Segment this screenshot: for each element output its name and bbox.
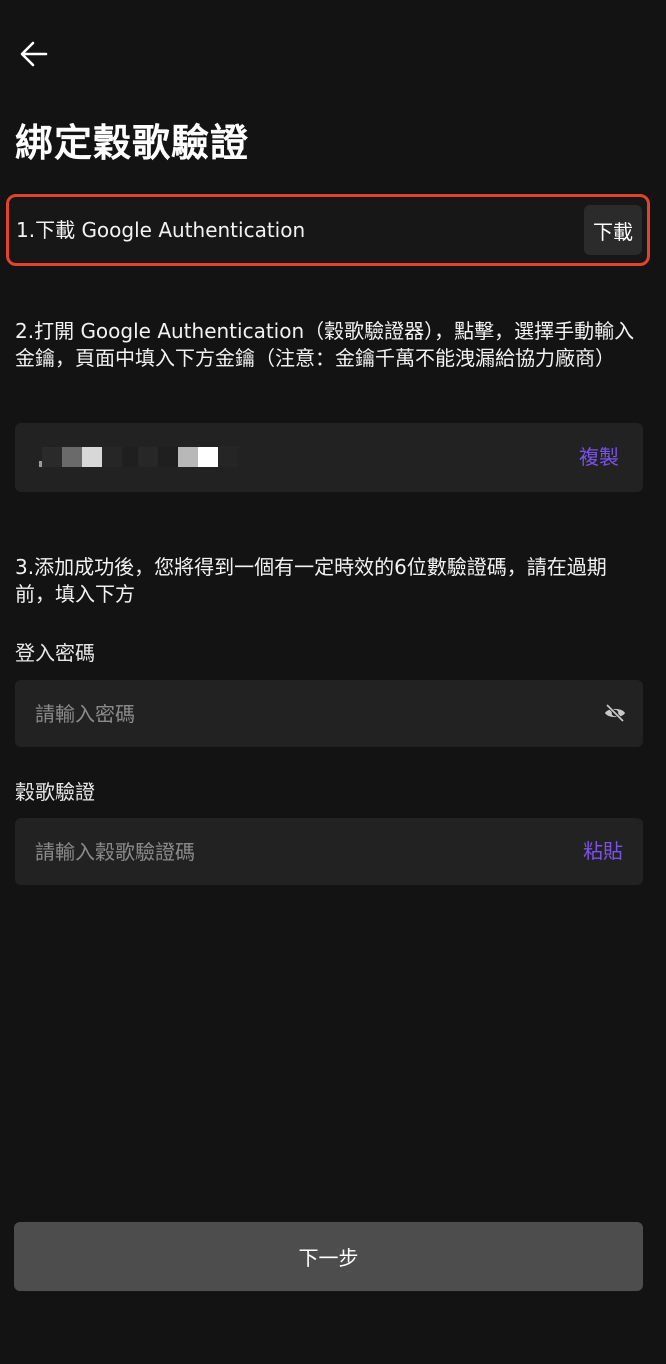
eye-hidden-icon [605,703,625,723]
next-step-button[interactable]: 下一步 [14,1222,643,1291]
arrow-left-icon [20,41,48,67]
step3-instruction: 3.添加成功後，您將得到一個有一定時效的6位數驗證碼，請在過期前，填入下方 [15,555,607,606]
google-code-label: 穀歌驗證 [15,780,95,804]
step2-instruction: 2.打開 Google Authentication（穀歌驗證器），點擊，選擇手… [15,319,635,370]
secret-key-masked [39,443,238,471]
copy-button[interactable]: 複製 [579,423,619,492]
download-button[interactable]: 下載 [584,205,642,255]
secret-key-box: 複製 [15,423,643,492]
paste-button[interactable]: 粘貼 [583,818,623,885]
page-title: 綁定穀歌驗證 [15,121,250,165]
back-button[interactable] [14,34,54,74]
google-code-input[interactable] [35,818,555,885]
password-input[interactable] [35,680,555,747]
google-code-field-container: 粘貼 [15,818,643,885]
password-visibility-toggle[interactable] [603,701,627,725]
password-label: 登入密碼 [15,641,95,665]
password-field-container [15,680,643,747]
step1-download-section: 1.下載 Google Authentication 下載 [6,194,650,266]
step1-instruction: 1.下載 Google Authentication [16,218,306,242]
